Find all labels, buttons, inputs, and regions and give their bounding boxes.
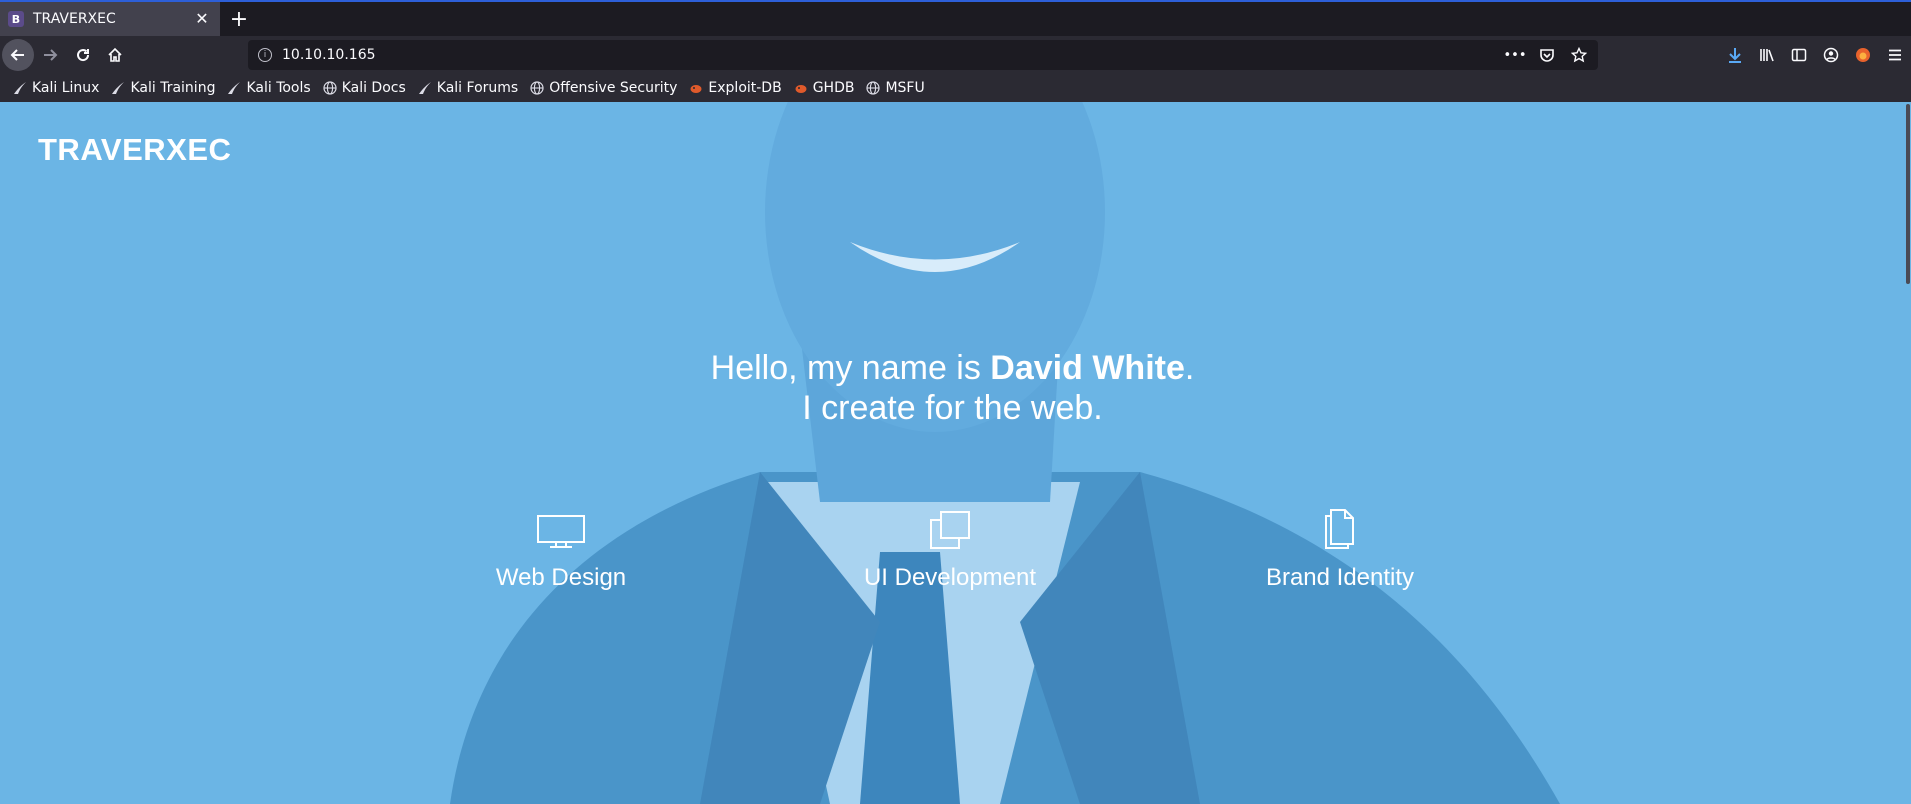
bookmark-label: Exploit-DB [708,80,782,96]
bookmark-item[interactable]: Kali Training [106,76,220,100]
service-label: Web Design [495,564,627,591]
kali-dragon-icon [227,81,241,95]
bookmark-star-icon[interactable] [1568,44,1590,66]
service-label: UI Development [863,564,1037,591]
home-icon[interactable] [99,39,131,71]
url-bar[interactable]: i 10.10.10.165 ••• [248,40,1598,70]
service-web-design: Web Design [411,500,711,592]
site-brand-logo[interactable]: TRAVERXEC [38,132,231,168]
kali-dragon-icon [111,81,125,95]
scrollbar-thumb[interactable] [1906,104,1910,284]
bookmark-label: MSFU [885,80,925,96]
exploitdb-icon [794,81,808,95]
bookmark-item[interactable]: MSFU [861,76,929,100]
bookmark-item[interactable]: Kali Tools [222,76,315,100]
url-actions: ••• [1504,44,1590,66]
globe-icon [530,81,544,95]
downloads-icon[interactable] [1719,39,1751,71]
hero-period: . [1184,349,1195,387]
hero-tagline: I create for the web. [802,389,1103,427]
globe-icon [866,81,881,95]
sidebar-icon[interactable] [1783,39,1815,71]
bookmark-item[interactable]: GHDB [789,76,860,100]
site-info-icon[interactable]: i [258,48,272,62]
bookmark-label: Kali Linux [32,80,100,96]
bookmark-item[interactable]: Offensive Security [525,76,682,100]
page-viewport: TRAVERXEC Hello, my name is David White.… [0,102,1905,804]
tab-strip: B TRAVERXEC ✕ + [0,0,1911,36]
tab-favicon: B [8,11,24,27]
hero-greeting: Hello, my name is [710,349,991,387]
bookmark-label: Kali Tools [246,80,311,96]
reload-icon[interactable] [67,39,99,71]
page-scrollbar[interactable] [1905,102,1911,804]
bookmark-label: GHDB [812,80,855,96]
hero-name: David White [990,349,1185,387]
toolbar-right [1719,39,1911,71]
bookmark-item[interactable]: Kali Forums [413,76,523,100]
library-icon[interactable] [1751,39,1783,71]
url-text[interactable]: 10.10.10.165 [282,47,376,63]
browser-tab[interactable]: B TRAVERXEC ✕ [0,2,220,36]
kali-dragon-icon [418,81,432,95]
bookmarks-bar: Kali Linux Kali Training Kali Tools Kali Do… [0,74,1911,102]
forward-arrow-icon[interactable] [34,39,66,71]
close-tab-icon[interactable]: ✕ [192,8,212,28]
service-ui-development: UI Development [800,500,1100,592]
new-tab-icon[interactable]: + [226,6,252,32]
bookmark-item[interactable]: Kali Linux [8,76,104,100]
hero-background-photo [0,102,1905,804]
documents-icon [1190,500,1490,550]
exploitdb-icon [689,81,703,95]
back-arrow-icon[interactable] [2,39,34,71]
navigation-bar: i 10.10.10.165 ••• [0,36,1911,74]
bookmark-item[interactable]: Exploit-DB [684,76,786,100]
kali-dragon-icon [13,81,27,95]
bookmark-label: Kali Forums [436,80,519,96]
hero-line-1: Hello, my name is David White. [0,348,1905,388]
service-brand-identity: Brand Identity [1190,500,1490,592]
stacked-windows-icon [800,500,1100,550]
bookmark-label: Kali Training [130,80,216,96]
bookmark-label: Kali Docs [341,80,406,96]
bookmark-item[interactable]: Kali Docs [318,76,411,100]
service-label: Brand Identity [1265,564,1415,591]
extension-fox-icon[interactable] [1847,39,1879,71]
globe-icon [323,81,337,95]
monitor-icon [411,500,711,550]
menu-hamburger-icon[interactable] [1879,39,1911,71]
account-icon[interactable] [1815,39,1847,71]
pocket-icon[interactable] [1536,44,1558,66]
bookmark-label: Offensive Security [549,80,678,96]
hero-heading: Hello, my name is David White. I create … [0,348,1905,428]
tab-title: TRAVERXEC [33,11,116,27]
more-actions-icon[interactable]: ••• [1504,44,1527,66]
